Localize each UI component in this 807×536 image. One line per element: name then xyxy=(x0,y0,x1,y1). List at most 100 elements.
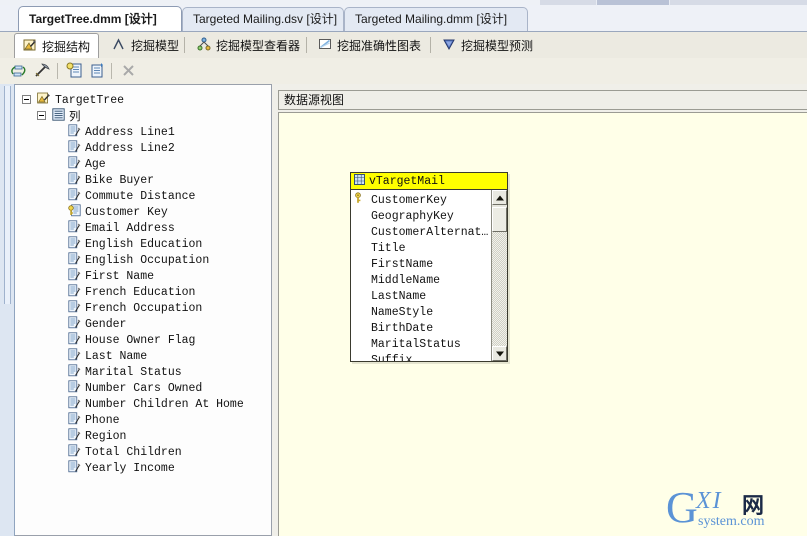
tree-node-column[interactable]: Customer Key xyxy=(15,203,271,220)
expander-icon[interactable] xyxy=(22,95,31,104)
table-shape-header[interactable]: vTargetMail xyxy=(351,173,507,190)
tree-node-column[interactable]: Bike Buyer xyxy=(15,171,271,188)
designer-tabstrip: 挖掘结构 挖掘模型 挖掘模型查看器 挖掘准确性图表 挖掘模型预测 xyxy=(0,32,807,59)
tab-separator xyxy=(430,37,431,53)
table-field-label: MiddleName xyxy=(371,273,441,287)
mining-structure-icon xyxy=(37,92,51,109)
tree-node-column[interactable]: French Occupation xyxy=(15,299,271,316)
process-mining-button[interactable] xyxy=(34,62,53,80)
table-field-row[interactable]: LastName xyxy=(351,288,490,304)
table-shape-title: vTargetMail xyxy=(369,174,445,188)
document-tab-label: Targeted Mailing.dmm [设计] xyxy=(355,12,508,26)
table-field-row[interactable]: CustomerKey xyxy=(351,192,490,208)
data-source-view-title: 数据源视图 xyxy=(284,93,345,107)
tree-node-label: Bike Buyer xyxy=(85,173,155,187)
refresh-structure-button[interactable] xyxy=(11,62,30,80)
mining-model-viewer-icon xyxy=(197,37,211,54)
table-field-row[interactable]: Title xyxy=(351,240,490,256)
tree-node-column[interactable]: House Owner Flag xyxy=(15,331,271,348)
mining-structure-tree-panel: TargetTree 列 Address Line1 Address Line2 Age… xyxy=(15,84,272,536)
accuracy-chart-icon xyxy=(318,37,332,54)
table-field-label: CustomerKey xyxy=(371,193,447,207)
column-icon xyxy=(68,443,81,461)
tree-node-column[interactable]: Total Children xyxy=(15,443,271,461)
table-field-row[interactable]: GeographyKey xyxy=(351,208,490,224)
tree-node-column[interactable]: Phone xyxy=(15,411,271,428)
tree-node-label: Total Children xyxy=(85,445,182,459)
expander-icon[interactable] xyxy=(37,111,46,120)
table-field-label: CustomerAlternat… xyxy=(371,225,489,239)
table-field-row[interactable]: Suffix xyxy=(351,352,490,362)
table-field-row[interactable]: NameStyle xyxy=(351,304,490,320)
tree-node-column[interactable]: Number Children At Home xyxy=(15,395,271,412)
key-icon xyxy=(354,192,368,208)
column-icon xyxy=(68,379,81,397)
tree-node-column[interactable]: Number Cars Owned xyxy=(15,379,271,397)
tree-node-label: Marital Status xyxy=(85,365,182,379)
tab-mining-model-prediction[interactable]: 挖掘模型预测 xyxy=(434,33,541,58)
tree-node-column[interactable]: Region xyxy=(15,427,271,444)
tree-node-column[interactable]: Last Name xyxy=(15,347,271,365)
scrollbar-thumb[interactable] xyxy=(492,207,507,232)
new-model-icon xyxy=(66,62,82,78)
columns-folder-icon xyxy=(52,107,65,125)
column-icon xyxy=(68,283,81,301)
table-field-label: GeographyKey xyxy=(371,209,454,223)
scrollbar-down-button[interactable] xyxy=(492,346,507,361)
new-mining-model-button[interactable] xyxy=(66,62,85,80)
document-tab-label: TargetTree.dmm [设计] xyxy=(29,12,157,26)
arrow-down-icon xyxy=(495,351,504,356)
tab-mining-structure[interactable]: 挖掘结构 xyxy=(14,33,100,59)
tree-node-column[interactable]: Address Line2 xyxy=(15,139,271,156)
tree-node-root[interactable]: TargetTree xyxy=(15,92,271,108)
tab-mining-model-viewer[interactable]: 挖掘模型查看器 xyxy=(189,33,308,58)
tab-mining-model[interactable]: 挖掘模型 xyxy=(104,33,187,58)
document-tab-targeted-mailing-dsv[interactable]: Targeted Mailing.dsv [设计] xyxy=(182,7,344,31)
application-window: TargetTree.dmm [设计] Targeted Mailing.dsv… xyxy=(0,0,807,536)
tab-accuracy-chart[interactable]: 挖掘准确性图表 xyxy=(310,33,429,58)
table-shape-vtargetmail[interactable]: vTargetMail CustomerKey GeographyKey Custo… xyxy=(350,172,508,362)
document-tab-targettree[interactable]: TargetTree.dmm [设计] xyxy=(18,6,182,31)
left-docked-panel-rail[interactable] xyxy=(0,84,15,536)
tab-separator xyxy=(306,37,307,53)
table-field-row[interactable]: CustomerAlternat… xyxy=(351,224,490,240)
table-field-list: CustomerKey GeographyKey CustomerAlternat…… xyxy=(351,190,490,361)
tree-node-column[interactable]: Yearly Income xyxy=(15,459,271,476)
scrollbar-track[interactable] xyxy=(492,232,507,346)
tree-node-column[interactable]: Age xyxy=(15,155,271,173)
data-source-view-header: 数据源视图 xyxy=(278,90,807,110)
table-field-row[interactable]: FirstName xyxy=(351,256,490,272)
tree-node-column[interactable]: French Education xyxy=(15,283,271,301)
tree-node-column[interactable]: First Name xyxy=(15,267,271,284)
tree-node-column[interactable]: Marital Status xyxy=(15,363,271,380)
table-field-row[interactable]: MiddleName xyxy=(351,272,490,288)
tree-node-label: Age xyxy=(85,157,106,171)
column-icon xyxy=(68,155,81,173)
tree-node-column[interactable]: English Occupation xyxy=(15,251,271,268)
view-table-icon xyxy=(354,173,365,189)
refresh-icon xyxy=(11,65,26,77)
column-icon xyxy=(68,123,81,141)
tree-node-column[interactable]: Gender xyxy=(15,315,271,332)
scrollbar-up-button[interactable] xyxy=(492,190,507,205)
tree-node-column[interactable]: Commute Distance xyxy=(15,187,271,205)
tab-label: 挖掘模型预测 xyxy=(461,39,534,53)
tree-node-column[interactable]: English Education xyxy=(15,235,271,252)
document-tab-label: Targeted Mailing.dsv [设计] xyxy=(193,12,338,26)
tree-node-column[interactable]: Email Address xyxy=(15,219,271,236)
column-icon xyxy=(68,347,81,365)
document-tab-targeted-mailing-dmm[interactable]: Targeted Mailing.dmm [设计] xyxy=(344,7,528,31)
new-mining-structure-button[interactable] xyxy=(88,62,107,80)
column-icon xyxy=(68,187,81,205)
table-field-label: FirstName xyxy=(371,257,434,271)
tab-label: 挖掘结构 xyxy=(42,39,91,54)
tree-node-columns-group[interactable]: 列 xyxy=(15,107,271,125)
table-field-row[interactable]: BirthDate xyxy=(351,320,490,336)
tree-node-label: TargetTree xyxy=(55,93,125,107)
table-field-row[interactable]: MaritalStatus xyxy=(351,336,490,352)
tree-node-column[interactable]: Address Line1 xyxy=(15,123,271,141)
table-field-label: Title xyxy=(371,241,406,255)
table-shape-scrollbar[interactable] xyxy=(491,190,507,361)
dsv-canvas[interactable]: vTargetMail CustomerKey GeographyKey Custo… xyxy=(278,112,807,536)
prediction-icon xyxy=(442,37,456,54)
